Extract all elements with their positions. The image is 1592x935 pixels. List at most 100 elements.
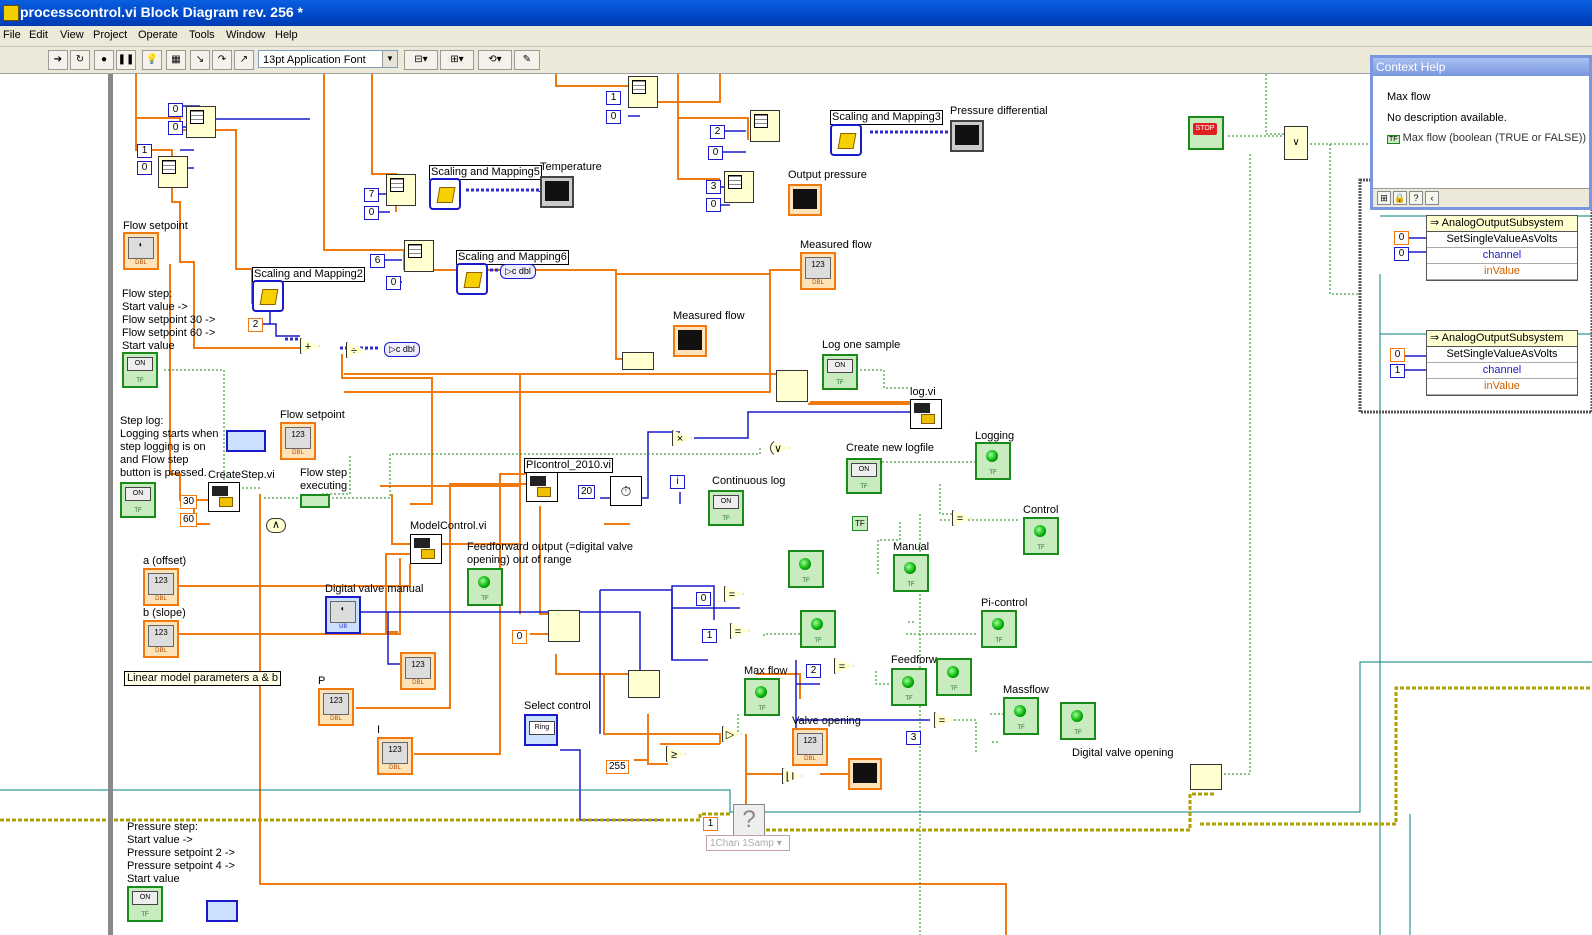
numeric-constant[interactable]: 6 — [370, 254, 385, 268]
abort-icon[interactable]: ● — [94, 50, 114, 70]
numeric-constant[interactable]: 0 — [606, 110, 621, 124]
index-array-node[interactable] — [750, 110, 780, 142]
step-into-icon[interactable]: ↘ — [190, 50, 210, 70]
scaling-and-mapping-express-vi[interactable] — [252, 280, 284, 312]
step-out-icon[interactable]: ↗ — [234, 50, 254, 70]
numeric-constant[interactable]: 0 — [696, 592, 711, 606]
bundle-node[interactable] — [628, 670, 660, 698]
logging-led-indicator[interactable]: TF — [975, 442, 1011, 480]
select-control-ring[interactable]: Ring — [524, 714, 558, 746]
menu-view[interactable]: View — [60, 29, 84, 41]
flow-setpoint-knob-control[interactable]: ◐ DBL — [123, 232, 159, 270]
create-new-logfile-button[interactable]: ON TF — [846, 458, 882, 494]
scaling-and-mapping-express-vi[interactable] — [456, 263, 488, 295]
numeric-constant[interactable]: 0 — [1394, 231, 1409, 245]
run-arrow-icon[interactable]: ➔ — [48, 50, 68, 70]
pi-control-led-indicator[interactable]: TF — [981, 610, 1017, 648]
led-indicator[interactable]: TF — [788, 550, 824, 588]
led-indicator[interactable]: TF — [1060, 702, 1096, 740]
index-array-node[interactable] — [404, 240, 434, 272]
picontrol-subvi-icon[interactable] — [526, 472, 558, 502]
numeric-constant[interactable]: 1 — [702, 629, 717, 643]
block-diagram[interactable]: 0 0 1 0 1 0 2 0 3 0 7 0 6 0 Scaling and … — [0, 74, 1592, 935]
index-array-node[interactable] — [724, 171, 754, 203]
numeric-constant[interactable]: 0 — [512, 630, 527, 644]
pause-icon[interactable]: ❚❚ — [116, 50, 136, 70]
valve-opening-indicator[interactable]: 123 DBL — [792, 728, 828, 766]
menu-operate[interactable]: Operate — [138, 29, 178, 41]
cleanup-diagram-icon[interactable]: ✎ — [514, 50, 540, 70]
continuous-log-button[interactable]: ON TF — [708, 490, 744, 526]
build-array-node[interactable] — [622, 352, 654, 370]
massflow-led-indicator[interactable]: TF — [1003, 697, 1039, 735]
wait-metronome-icon[interactable]: ⏱ — [610, 476, 642, 506]
index-array-node[interactable] — [158, 156, 188, 188]
numeric-constant[interactable]: 0 — [1394, 247, 1409, 261]
feedforward-out-of-range-led[interactable]: TF — [467, 568, 503, 606]
measured-flow-indicator[interactable]: 123 DBL — [800, 252, 836, 290]
control-led-indicator[interactable]: TF — [1023, 517, 1059, 555]
convert-dbl-node[interactable]: ▷c dbl — [384, 342, 420, 357]
index-array-node[interactable] — [186, 106, 216, 138]
chevron-left-icon[interactable]: ‹ — [1425, 191, 1439, 205]
digital-valve-manual-knob[interactable]: ◐ U8 — [325, 596, 361, 634]
menu-tools[interactable]: Tools — [189, 29, 215, 41]
bundle-node[interactable] — [776, 370, 808, 402]
missing-daq-node-icon[interactable]: ? — [733, 804, 765, 836]
log-subvi-icon[interactable] — [910, 399, 942, 429]
menu-help[interactable]: Help — [275, 29, 298, 41]
flow-setpoint-indicator[interactable]: 123 DBL — [280, 422, 316, 460]
run-continuously-icon[interactable]: ↻ — [70, 50, 90, 70]
max-flow-led-indicator[interactable]: TF — [744, 678, 780, 716]
property-node[interactable] — [206, 900, 238, 922]
lock-icon[interactable]: 🔒 — [1393, 191, 1407, 205]
numeric-constant[interactable]: 2 — [248, 318, 263, 332]
numeric-indicator[interactable]: 123 DBL — [400, 652, 436, 690]
menu-edit[interactable]: Edit — [29, 29, 48, 41]
scaling-and-mapping-express-vi[interactable] — [429, 178, 461, 210]
numeric-constant[interactable]: 0 — [1390, 348, 1405, 362]
retain-wire-values-icon[interactable]: ▦ — [166, 50, 186, 70]
index-array-node[interactable] — [628, 76, 658, 108]
font-select[interactable]: 13pt Application Font ▼ — [258, 50, 398, 68]
numeric-constant[interactable]: 0 — [168, 103, 183, 117]
analog-output-invoke-node-1[interactable]: ⇒ AnalogOutputSubsystem SetSingleValueAs… — [1426, 215, 1578, 281]
modelcontrol-subvi-icon[interactable] — [410, 534, 442, 564]
menu-file[interactable]: File — [3, 29, 21, 41]
step-over-icon[interactable]: ↷ — [212, 50, 232, 70]
scaling-and-mapping-express-vi[interactable] — [830, 124, 862, 156]
property-node[interactable] — [226, 430, 266, 452]
stop-button[interactable]: STOP — [1188, 116, 1224, 150]
numeric-constant[interactable]: 0 — [386, 276, 401, 290]
numeric-constant[interactable]: 0 — [708, 146, 723, 160]
highlight-execution-icon[interactable]: 💡 — [142, 50, 162, 70]
pressure-differential-chart-icon[interactable] — [950, 120, 984, 152]
boolean-false-constant[interactable]: TF — [852, 516, 868, 531]
numeric-constant[interactable]: 1 — [1390, 364, 1405, 378]
and-function-icon[interactable]: ∧ — [266, 518, 287, 533]
menu-window[interactable]: Window — [226, 29, 265, 41]
createstep-subvi-icon[interactable] — [208, 482, 240, 512]
flow-step-executing-indicator[interactable] — [300, 494, 330, 508]
log-one-sample-button[interactable]: ON TF — [822, 354, 858, 390]
align-objects-icon[interactable]: ⊟▾ — [404, 50, 438, 70]
i-gain-control[interactable]: 123 DBL — [377, 737, 413, 775]
a-offset-control[interactable]: 123 DBL — [143, 568, 179, 606]
led-indicator[interactable]: TF — [800, 610, 836, 648]
bundle-node[interactable] — [548, 610, 580, 642]
distribute-objects-icon[interactable]: ⊞▾ — [440, 50, 474, 70]
p-gain-control[interactable]: 123 DBL — [318, 688, 354, 726]
context-help-window[interactable]: Context Help Max flow No description ava… — [1370, 55, 1592, 210]
numeric-constant[interactable]: 1 — [606, 91, 621, 105]
or-compound-icon[interactable]: ∨ — [1284, 126, 1308, 160]
reorder-icon[interactable]: ⟲▾ — [478, 50, 512, 70]
help-icon[interactable]: ? — [1409, 191, 1423, 205]
menu-project[interactable]: Project — [93, 29, 127, 41]
step-log-button[interactable]: ON TF — [120, 482, 156, 518]
numeric-constant[interactable]: 255 — [606, 760, 629, 774]
manual-led-indicator[interactable]: TF — [893, 554, 929, 592]
flow-step-button[interactable]: ON TF — [122, 352, 158, 388]
feedforward-led-indicator[interactable]: TF — [891, 668, 927, 706]
show-optional-terminals-icon[interactable]: ⊞ — [1377, 191, 1391, 205]
numeric-constant[interactable]: 1 — [703, 817, 718, 831]
